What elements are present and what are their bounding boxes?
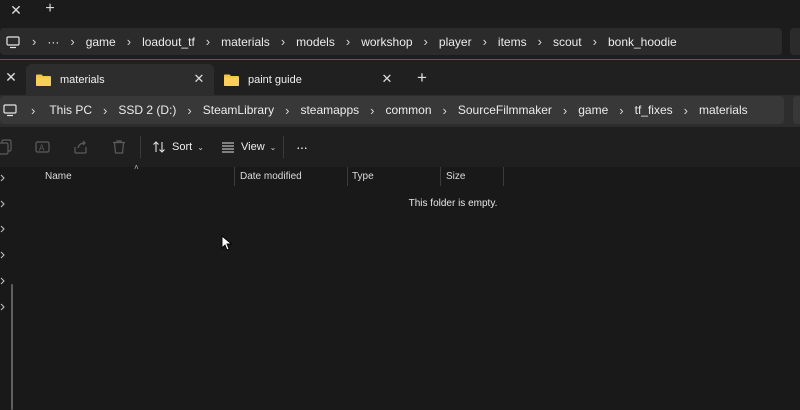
tab-label: paint guide <box>248 73 302 86</box>
copy-icon[interactable] <box>0 139 14 155</box>
view-button[interactable]: View ⌄ <box>221 137 276 157</box>
new-tab-button[interactable]: + <box>414 68 430 88</box>
breadcrumb-this-pc[interactable]: This PC <box>49 103 92 117</box>
column-header-type[interactable]: Type <box>347 167 440 186</box>
column-divider[interactable] <box>503 167 504 186</box>
chevron-right-icon[interactable]: › <box>538 34 542 49</box>
chevron-down-icon: ⌄ <box>269 142 277 152</box>
back-window-new-tab-button[interactable]: + <box>42 1 58 17</box>
breadcrumb-tf-fixes[interactable]: tf_fixes <box>635 103 673 117</box>
breadcrumb-loadout-tf[interactable]: loadout_tf <box>142 35 195 49</box>
folder-icon <box>36 74 51 86</box>
chevron-right-icon[interactable]: › <box>187 103 191 118</box>
search-field[interactable] <box>793 96 800 124</box>
sort-icon <box>153 141 165 153</box>
back-window-close-tab-button[interactable]: ✕ <box>8 2 24 18</box>
back-window-address-field[interactable]: › ··· › game › loadout_tf › materials › … <box>0 28 782 55</box>
see-more-button[interactable]: ··· <box>296 137 308 157</box>
breadcrumb-items[interactable]: items <box>498 35 527 49</box>
breadcrumb-scout[interactable]: scout <box>553 35 582 49</box>
chevron-right-icon[interactable]: › <box>684 103 688 118</box>
navigation-scrollbar[interactable] <box>11 284 13 410</box>
tab-materials[interactable]: materials ✕ <box>26 64 214 95</box>
chevron-right-icon[interactable]: › <box>32 34 36 49</box>
breadcrumb-materials[interactable]: materials <box>699 103 748 117</box>
folder-icon <box>224 74 239 86</box>
tab-label: materials <box>60 73 105 86</box>
toolbar-divider <box>283 136 284 158</box>
column-header-date-modified[interactable]: Date modified <box>235 167 347 186</box>
breadcrumb-sourcefilmmaker[interactable]: SourceFilmmaker <box>458 103 552 117</box>
tab-paint-guide[interactable]: paint guide ✕ <box>214 64 402 95</box>
front-window-address-bar: › This PC › SSD 2 (D:) › SteamLibrary › … <box>0 95 800 127</box>
toolbar-divider <box>140 136 141 158</box>
chevron-right-icon[interactable]: › <box>127 34 131 49</box>
breadcrumb-materials[interactable]: materials <box>221 35 270 49</box>
chevron-right-icon[interactable]: › <box>281 34 285 49</box>
chevron-right-icon[interactable]: › <box>103 103 107 118</box>
breadcrumb-bonk-hoodie[interactable]: bonk_hoodie <box>608 35 677 49</box>
chevron-right-icon[interactable]: › <box>593 34 597 49</box>
breadcrumb-steamlibrary[interactable]: SteamLibrary <box>203 103 274 117</box>
close-tab-icon[interactable]: ✕ <box>192 71 206 87</box>
back-window-tab-strip: ✕ + <box>0 0 800 22</box>
breadcrumb-game[interactable]: game <box>86 35 116 49</box>
sort-label: Sort <box>172 141 193 153</box>
column-header-size[interactable]: Size <box>441 167 503 186</box>
chevron-down-icon: ⌄ <box>197 142 204 152</box>
share-icon[interactable] <box>73 139 89 155</box>
chevron-right-icon[interactable] <box>0 277 6 285</box>
rename-icon[interactable]: A <box>35 139 51 155</box>
chevron-right-icon[interactable] <box>0 200 6 208</box>
chevron-right-icon[interactable] <box>0 225 6 233</box>
breadcrumb-steamapps[interactable]: steamapps <box>300 103 359 117</box>
chevron-right-icon[interactable]: › <box>70 34 74 49</box>
back-window-search-field[interactable] <box>790 28 800 55</box>
view-label: View <box>241 141 265 153</box>
chevron-right-icon[interactable]: › <box>31 103 35 118</box>
command-bar: A Sort ⌄ View ⌄ ··· <box>0 127 800 168</box>
chevron-right-icon[interactable]: › <box>285 103 289 118</box>
file-list[interactable]: ˄ Name Date modified Type Size This fold… <box>20 163 800 409</box>
this-pc-icon[interactable] <box>6 35 20 49</box>
svg-text:A: A <box>39 144 45 153</box>
chevron-right-icon[interactable]: › <box>483 34 487 49</box>
breadcrumb-game[interactable]: game <box>578 103 608 117</box>
chevron-right-icon[interactable]: › <box>370 103 374 118</box>
navigation-pane[interactable] <box>0 167 20 409</box>
chevron-right-icon[interactable]: › <box>619 103 623 118</box>
breadcrumb-workshop[interactable]: workshop <box>361 35 412 49</box>
breadcrumb-player[interactable]: player <box>439 35 472 49</box>
breadcrumb-ssd-2[interactable]: SSD 2 (D:) <box>118 103 176 117</box>
chevron-right-icon[interactable] <box>0 174 6 182</box>
address-field[interactable]: › This PC › SSD 2 (D:) › SteamLibrary › … <box>0 96 784 124</box>
close-window-icon[interactable]: ✕ <box>4 69 18 86</box>
chevron-right-icon[interactable]: › <box>424 34 428 49</box>
column-header-name[interactable]: Name <box>40 167 235 186</box>
breadcrumb-overflow[interactable]: ··· <box>47 35 59 49</box>
back-window-address-bar: › ··· › game › loadout_tf › materials › … <box>0 22 800 60</box>
chevron-right-icon[interactable] <box>0 303 6 311</box>
close-tab-icon[interactable]: ✕ <box>380 71 394 87</box>
sort-button[interactable]: Sort ⌄ <box>152 137 204 157</box>
chevron-right-icon[interactable]: › <box>443 103 447 118</box>
chevron-right-icon[interactable] <box>0 251 6 259</box>
view-icon <box>222 142 234 153</box>
front-window-tab-strip: ✕ materials ✕ paint guide ✕ + <box>0 60 800 95</box>
mouse-pointer-icon <box>221 235 233 251</box>
breadcrumb-common[interactable]: common <box>386 103 432 117</box>
chevron-right-icon[interactable]: › <box>563 103 567 118</box>
delete-icon[interactable] <box>111 139 127 155</box>
chevron-right-icon[interactable]: › <box>206 34 210 49</box>
empty-folder-message: This folder is empty. <box>408 198 498 209</box>
chevron-right-icon[interactable]: › <box>346 34 350 49</box>
this-pc-icon[interactable] <box>3 103 17 117</box>
breadcrumb-models[interactable]: models <box>296 35 335 49</box>
